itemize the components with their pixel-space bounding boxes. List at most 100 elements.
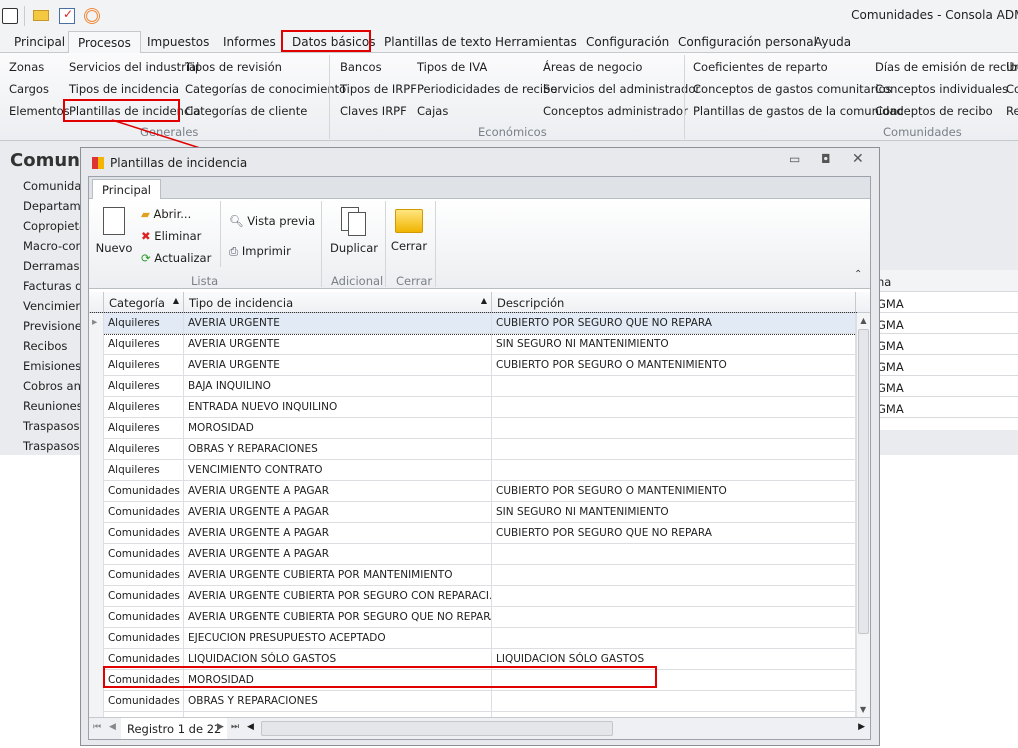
- cell-descripcion[interactable]: [492, 397, 856, 418]
- table-row[interactable]: Comunidades AVERIA URGENTE CUBIERTA POR S…: [89, 586, 856, 607]
- ribbon-item[interactable]: Tipos de IRPF: [340, 82, 417, 96]
- cell-tipo[interactable]: OBRAS Y REPARACIONES: [184, 691, 492, 712]
- cell-descripcion[interactable]: CUBIERTO POR SEGURO QUE NO REPARA: [492, 313, 856, 334]
- cell-categoria[interactable]: Alquileres: [104, 355, 184, 376]
- cell-descripcion[interactable]: [492, 460, 856, 481]
- cell-categoria[interactable]: Comunidades: [104, 523, 184, 544]
- tab-ayuda[interactable]: Ayuda: [814, 35, 851, 49]
- ribbon-item[interactable]: Claves IRPF: [340, 104, 407, 118]
- row-indicator[interactable]: [89, 670, 104, 691]
- cell-tipo[interactable]: MOROSIDAD: [184, 418, 492, 439]
- cell-tipo[interactable]: AVERIA URGENTE: [184, 313, 492, 334]
- cell-categoria[interactable]: Comunidades: [104, 691, 184, 712]
- table-row[interactable]: Comunidades AVERIA URGENTE CUBIERTA POR S…: [89, 607, 856, 628]
- cell-descripcion[interactable]: [492, 607, 856, 628]
- cell-categoria[interactable]: Comunidades: [104, 544, 184, 565]
- sidebar-item[interactable]: Recibos: [23, 339, 67, 353]
- table-row[interactable]: Comunidades EJECUCION PRESUPUESTO ACEPTAD…: [89, 628, 856, 649]
- background-grid-row[interactable]: GMA: [870, 397, 1018, 418]
- ribbon-item[interactable]: Conceptos de gastos comunitarios: [693, 82, 892, 96]
- cell-categoria[interactable]: Comunidades: [104, 607, 184, 628]
- table-row[interactable]: ▸ Alquileres AVERIA URGENTE CUBIERTO POR SE…: [89, 312, 857, 335]
- cell-descripcion[interactable]: [492, 565, 856, 586]
- close-icon[interactable]: ✕: [852, 151, 864, 167]
- prev-record-icon[interactable]: ◀: [109, 722, 116, 732]
- row-indicator[interactable]: [89, 523, 104, 544]
- cell-categoria[interactable]: Comunidades: [104, 628, 184, 649]
- cell-categoria[interactable]: Comunidades: [104, 586, 184, 607]
- ribbon-item[interactable]: Áreas de negocio: [543, 60, 642, 74]
- ribbon-item[interactable]: Periodicidades de recibo: [417, 82, 557, 96]
- close-button[interactable]: Cerrar: [389, 203, 429, 253]
- cell-descripcion[interactable]: CUBIERTO POR SEGURO O MANTENIMIENTO: [492, 355, 856, 376]
- background-grid-row[interactable]: GMA: [870, 292, 1018, 313]
- delete-button[interactable]: ✖ Eliminar: [141, 229, 201, 243]
- tab-configuracion[interactable]: Configuración: [586, 35, 669, 49]
- cell-tipo[interactable]: AVERIA URGENTE CUBIERTA POR MANTENIMIENT…: [184, 565, 492, 586]
- row-indicator[interactable]: [89, 355, 104, 376]
- scroll-right-icon[interactable]: ▶: [858, 722, 865, 732]
- cell-tipo[interactable]: ENTRADA NUEVO INQUILINO: [184, 397, 492, 418]
- background-grid-row[interactable]: GMA: [870, 376, 1018, 397]
- tab-plantillas-de-texto[interactable]: Plantillas de texto: [384, 35, 492, 49]
- row-indicator[interactable]: ▸: [89, 313, 104, 334]
- ribbon-item[interactable]: Un: [1006, 60, 1018, 74]
- cell-categoria[interactable]: Alquileres: [104, 313, 184, 334]
- cell-tipo[interactable]: EJECUCION PRESUPUESTO ACEPTADO: [184, 628, 492, 649]
- table-row[interactable]: Comunidades AVERIA URGENTE A PAGAR CUBIERT…: [89, 481, 856, 502]
- cell-categoria[interactable]: Comunidades: [104, 565, 184, 586]
- print-button[interactable]: ⎙ Imprimir: [229, 244, 291, 259]
- vertical-scrollbar[interactable]: ▲ ▼: [856, 313, 870, 717]
- cell-descripcion[interactable]: [492, 418, 856, 439]
- cell-descripcion[interactable]: CUBIERTO POR SEGURO QUE NO REPARA: [492, 523, 856, 544]
- cell-tipo[interactable]: AVERIA URGENTE A PAGAR: [184, 523, 492, 544]
- table-row[interactable]: Comunidades AVERIA URGENTE CUBIERTA POR M…: [89, 565, 856, 586]
- scroll-left-icon[interactable]: ◀: [247, 722, 254, 732]
- ribbon-item[interactable]: Conceptos individuales: [875, 82, 1008, 96]
- row-indicator[interactable]: [89, 481, 104, 502]
- row-indicator[interactable]: [89, 628, 104, 649]
- table-row[interactable]: Comunidades OBRAS Y REPARACIONES: [89, 691, 856, 712]
- next-record-icon[interactable]: ▶: [217, 722, 224, 732]
- ribbon-item[interactable]: Conceptos de recibo: [875, 104, 993, 118]
- column-header-categoria[interactable]: Categoría ▲: [104, 292, 184, 313]
- new-button[interactable]: Nuevo: [93, 203, 135, 265]
- cell-categoria[interactable]: Alquileres: [104, 376, 184, 397]
- first-record-icon[interactable]: ⏮: [93, 722, 101, 732]
- refresh-button[interactable]: ⟳ Actualizar: [141, 251, 211, 265]
- ribbon-item[interactable]: Tipos de IVA: [417, 60, 487, 74]
- scroll-thumb[interactable]: [261, 721, 613, 736]
- tab-principal[interactable]: Principal: [92, 179, 162, 200]
- collapse-ribbon-icon[interactable]: ⌃: [854, 269, 862, 280]
- table-row[interactable]: Comunidades AVERIA URGENTE A PAGAR CUBIERT…: [89, 523, 856, 544]
- scroll-down-icon[interactable]: ▼: [860, 705, 866, 714]
- duplicate-button[interactable]: Duplicar: [329, 203, 379, 255]
- column-header-tipo[interactable]: Tipo de incidencia ▲: [184, 292, 492, 313]
- cell-tipo[interactable]: OBRAS Y REPARACIONES: [184, 439, 492, 460]
- sidebar-item[interactable]: Previsiones: [23, 319, 88, 333]
- cell-categoria[interactable]: Alquileres: [104, 397, 184, 418]
- row-indicator[interactable]: [89, 607, 104, 628]
- horizontal-scrollbar[interactable]: ◀ ▶: [247, 721, 867, 737]
- open-button[interactable]: ▰ Abrir...: [141, 207, 191, 221]
- row-indicator[interactable]: [89, 376, 104, 397]
- cell-categoria[interactable]: Alquileres: [104, 418, 184, 439]
- cell-descripcion[interactable]: [492, 628, 856, 649]
- cell-categoria[interactable]: Alquileres: [104, 334, 184, 355]
- minimize-icon[interactable]: ▭: [789, 152, 800, 166]
- cell-categoria[interactable]: Alquileres: [104, 439, 184, 460]
- ribbon-item[interactable]: Días de emisión de recibo: [875, 60, 1018, 74]
- ribbon-item[interactable]: Re: [1006, 104, 1018, 118]
- row-indicator[interactable]: [89, 502, 104, 523]
- cell-tipo[interactable]: AVERIA URGENTE A PAGAR: [184, 544, 492, 565]
- row-indicator[interactable]: [89, 460, 104, 481]
- cell-descripcion[interactable]: [492, 544, 856, 565]
- row-indicator[interactable]: [89, 418, 104, 439]
- background-grid-row[interactable]: GMA: [870, 313, 1018, 334]
- cell-tipo[interactable]: AVERIA URGENTE CUBIERTA POR SEGURO CON R…: [184, 586, 492, 607]
- cell-categoria[interactable]: Comunidades: [104, 502, 184, 523]
- cell-tipo[interactable]: AVERIA URGENTE A PAGAR: [184, 481, 492, 502]
- background-grid-row[interactable]: GMA: [870, 355, 1018, 376]
- cell-descripcion[interactable]: [492, 376, 856, 397]
- table-row[interactable]: Comunidades AVERIA URGENTE A PAGAR: [89, 544, 856, 565]
